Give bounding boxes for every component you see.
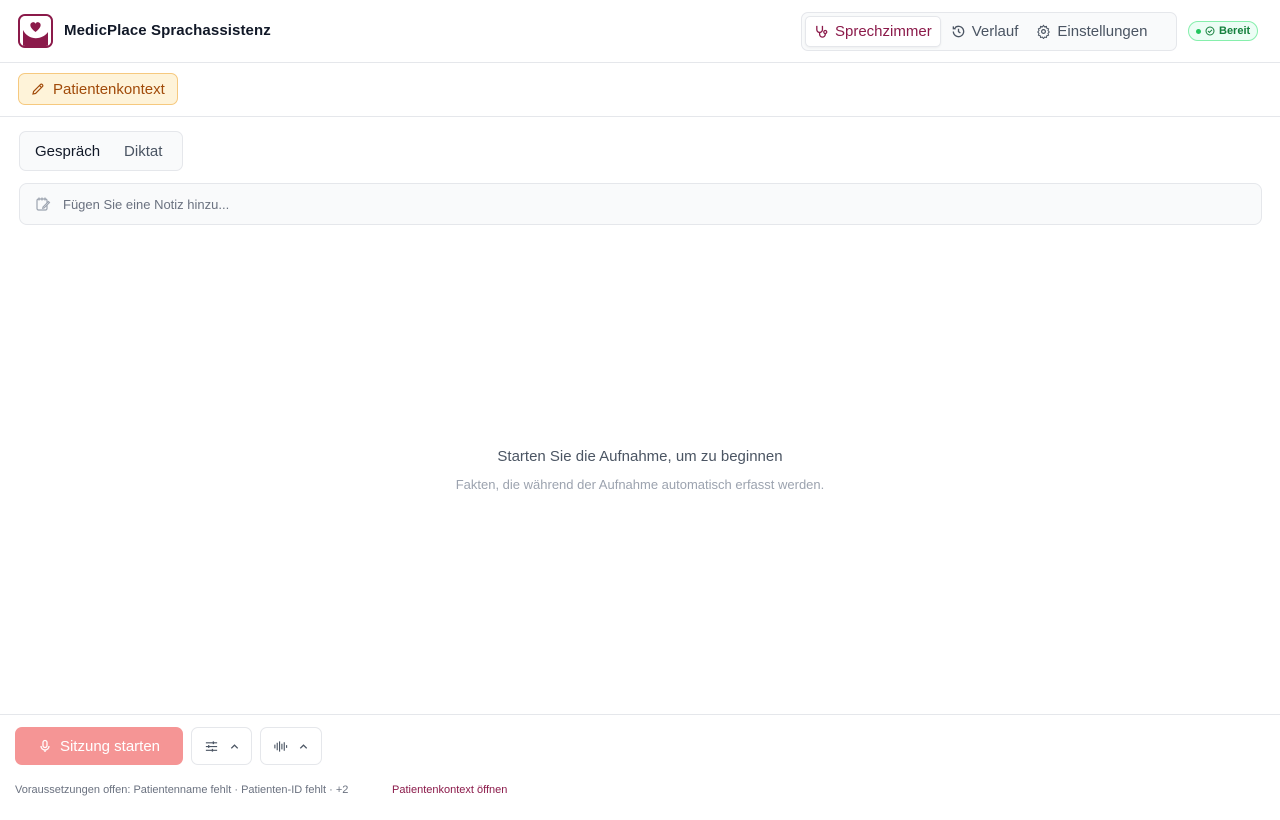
app-logo: [18, 14, 53, 48]
pencil-icon: [32, 83, 44, 95]
mode-tabs: Gespräch Diktat: [19, 131, 183, 171]
nav-item-einstellungen[interactable]: Einstellungen: [1028, 16, 1155, 47]
patient-context-button[interactable]: Patientenkontext: [18, 73, 178, 105]
history-icon: [952, 25, 964, 38]
patient-context-label: Patientenkontext: [53, 80, 165, 98]
nav-item-label: Einstellungen: [1057, 23, 1148, 40]
note-edit-icon: [36, 197, 51, 211]
waveform-icon: [274, 740, 288, 752]
open-patient-context-link[interactable]: Patientenkontext öffnen: [392, 784, 507, 796]
sliders-icon: [205, 740, 217, 752]
prerequisites-text: Voraussetzungen offen: Patientenname feh…: [15, 784, 349, 796]
status-dot: [1196, 28, 1201, 34]
nav-item-label: Sprechzimmer: [835, 23, 932, 40]
status-label: Bereit: [1219, 25, 1251, 37]
settings-menu-button[interactable]: [191, 727, 252, 765]
status-badge: Bereit: [1188, 21, 1259, 41]
chevron-up-icon: [299, 743, 308, 749]
app-header: MedicPlace Sprachassistenz Sprechzimmer …: [0, 0, 1280, 63]
heart-hands-logo-icon: [20, 16, 51, 46]
note-input[interactable]: [63, 196, 1213, 212]
start-session-button[interactable]: Sitzung starten: [15, 727, 183, 765]
microphone-icon: [40, 739, 50, 752]
nav-item-label: Verlauf: [971, 23, 1019, 40]
footer-toolbar: Sitzung starten Voraussetzungen offen: P…: [0, 714, 1280, 820]
note-field[interactable]: [19, 183, 1262, 225]
check-circle-icon: [1205, 26, 1215, 36]
main-nav: Sprechzimmer Verlauf Einstellungen: [801, 12, 1177, 51]
gear-icon: [1037, 24, 1051, 39]
app-title: MedicPlace Sprachassistenz: [64, 22, 271, 39]
nav-item-verlauf[interactable]: Verlauf: [943, 16, 1027, 47]
tab-gespraech[interactable]: Gespräch: [23, 135, 112, 167]
start-session-label: Sitzung starten: [59, 737, 161, 755]
nav-item-sprechzimmer[interactable]: Sprechzimmer: [805, 16, 941, 47]
empty-state-subtitle: Fakten, die während der Aufnahme automat…: [455, 477, 825, 492]
context-bar: Patientenkontext: [0, 63, 1280, 117]
stethoscope-icon: [816, 25, 828, 38]
audio-menu-button[interactable]: [260, 727, 322, 765]
tab-diktat[interactable]: Diktat: [112, 135, 174, 167]
empty-state-title: Starten Sie die Aufnahme, um zu beginnen: [497, 448, 783, 465]
chevron-up-icon: [230, 743, 238, 749]
